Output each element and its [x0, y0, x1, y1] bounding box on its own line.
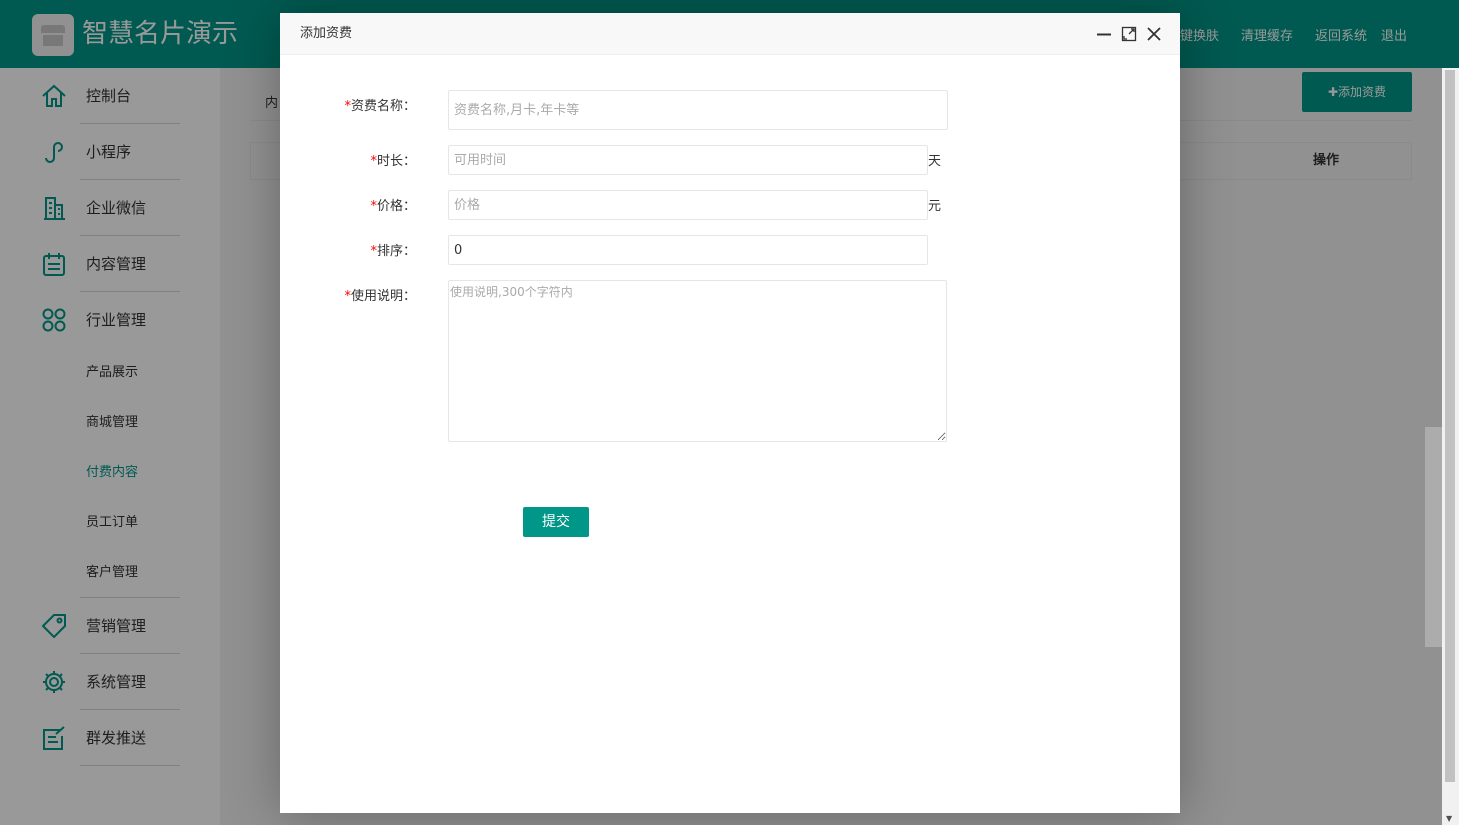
field-label-description: *使用说明：: [344, 289, 416, 304]
dialog-title: 添加资费: [300, 26, 353, 41]
fee-name-input[interactable]: [448, 90, 948, 130]
sort-input[interactable]: [448, 235, 928, 265]
duration-input[interactable]: [448, 145, 928, 175]
page-scrollbar[interactable]: ▼: [1442, 68, 1459, 825]
price-unit: 元: [928, 199, 942, 214]
close-icon[interactable]: [1146, 26, 1162, 42]
description-textarea[interactable]: [448, 280, 947, 442]
minimize-icon[interactable]: [1096, 26, 1112, 42]
add-fee-dialog: 添加资费 *资费名称： *时长： 天 *价格： 元 *排序： *使用说明： 提交: [280, 13, 1180, 813]
scroll-down-arrow-icon[interactable]: ▼: [1446, 814, 1452, 823]
scrollbar-thumb[interactable]: [1445, 70, 1455, 782]
duration-unit: 天: [928, 154, 942, 169]
submit-button[interactable]: 提交: [523, 507, 589, 537]
field-label-sort: *排序：: [370, 244, 416, 259]
field-label-name: *资费名称：: [344, 99, 416, 114]
dialog-title-bar: 添加资费: [280, 13, 1180, 55]
maximize-icon[interactable]: [1121, 26, 1137, 42]
price-input[interactable]: [448, 190, 928, 220]
field-label-price: *价格：: [370, 199, 416, 214]
field-label-duration: *时长：: [370, 154, 416, 169]
